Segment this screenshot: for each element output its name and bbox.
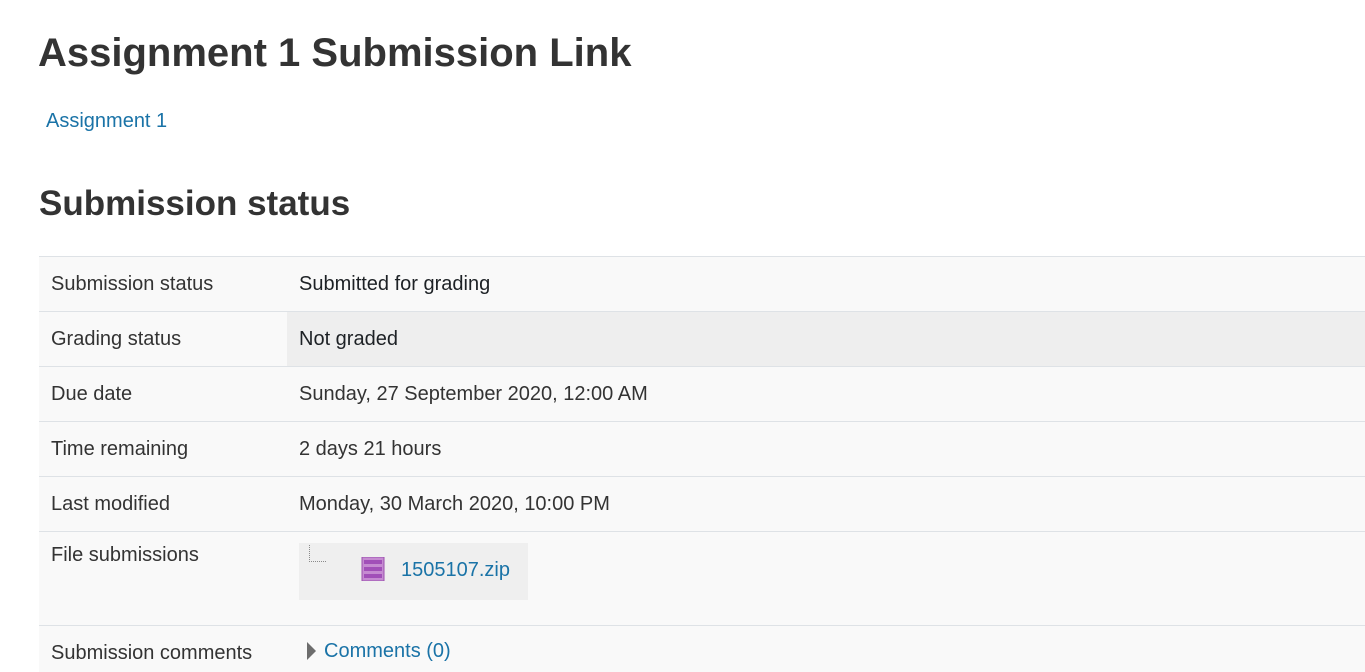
- section-title: Submission status: [39, 184, 351, 223]
- submission-status-table: Submission status Submitted for grading …: [39, 256, 1365, 672]
- row-label: Time remaining: [39, 421, 287, 477]
- row-label: Submission status: [39, 256, 287, 312]
- row-label: Last modified: [39, 476, 287, 532]
- comments-link[interactable]: Comments (0): [324, 640, 451, 663]
- page-title: Assignment 1 Submission Link: [38, 31, 632, 75]
- file-submissions-value: 1505107.zip: [287, 531, 1365, 626]
- table-row: Last modified Monday, 30 March 2020, 10:…: [39, 476, 1365, 532]
- table-row: File submissions 1505107.zip: [39, 531, 1365, 626]
- grading-status-value: Not graded: [287, 311, 1365, 367]
- file-link[interactable]: 1505107.zip: [401, 558, 510, 582]
- table-row: Time remaining 2 days 21 hours: [39, 421, 1365, 477]
- due-date-value: Sunday, 27 September 2020, 12:00 AM: [287, 366, 1365, 422]
- table-row: Due date Sunday, 27 September 2020, 12:0…: [39, 366, 1365, 422]
- row-label: Submission comments: [39, 625, 287, 672]
- time-remaining-value: 2 days 21 hours: [287, 421, 1365, 477]
- file-tree: 1505107.zip: [299, 543, 528, 600]
- assignment-page: Assignment 1 Submission Link Assignment …: [0, 0, 1365, 672]
- assignment-link[interactable]: Assignment 1: [46, 108, 167, 134]
- row-label: File submissions: [39, 531, 287, 626]
- row-label: Grading status: [39, 311, 287, 367]
- table-row: Submission comments Comments (0): [39, 625, 1365, 672]
- zip-file-icon: [361, 556, 385, 582]
- caret-right-icon[interactable]: [307, 642, 316, 661]
- last-modified-value: Monday, 30 March 2020, 10:00 PM: [287, 476, 1365, 532]
- table-row: Submission status Submitted for grading: [39, 256, 1365, 312]
- table-row: Grading status Not graded: [39, 311, 1365, 367]
- row-label: Due date: [39, 366, 287, 422]
- submission-comments-value: Comments (0): [287, 625, 1365, 672]
- submission-status-value: Submitted for grading: [287, 256, 1365, 312]
- tree-connector: [309, 545, 326, 562]
- comments-toggle[interactable]: Comments (0): [307, 640, 451, 663]
